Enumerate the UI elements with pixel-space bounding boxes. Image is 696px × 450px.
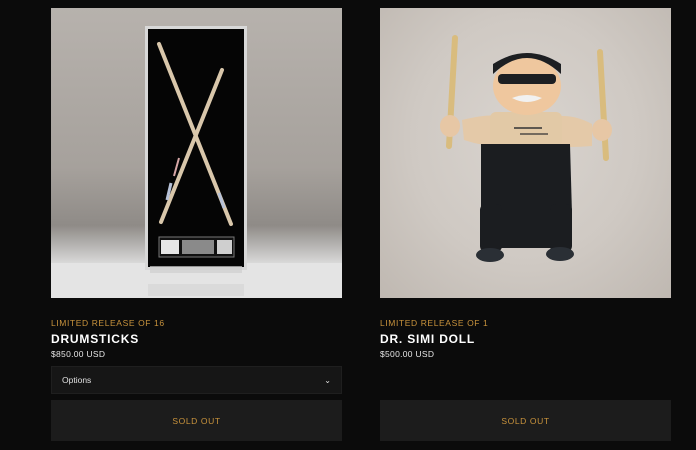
drumsticks-product-image[interactable] bbox=[51, 8, 342, 298]
sold-out-label: SOLD OUT bbox=[172, 415, 221, 426]
product-price: $850.00 USD bbox=[51, 349, 106, 359]
doll-illustration bbox=[440, 35, 612, 262]
options-label: Options bbox=[62, 375, 92, 385]
sold-out-label: SOLD OUT bbox=[501, 415, 550, 426]
product-title[interactable]: DRUMSTICKS bbox=[51, 332, 342, 346]
product-price: $500.00 USD bbox=[380, 349, 435, 359]
dr-simi-doll-product-image[interactable] bbox=[380, 8, 671, 298]
sold-out-button[interactable]: SOLD OUT bbox=[380, 400, 671, 441]
product-title[interactable]: DR. SIMI DOLL bbox=[380, 332, 671, 346]
product-card-drumsticks: LIMITED RELEASE OF 16 DRUMSTICKS $850.00… bbox=[51, 8, 342, 441]
chevron-down-icon: ⌄ bbox=[324, 375, 331, 385]
edition-label: LIMITED RELEASE OF 1 bbox=[380, 318, 489, 328]
sold-out-button[interactable]: SOLD OUT bbox=[51, 400, 342, 441]
product-card-dr-simi-doll: LIMITED RELEASE OF 1 DR. SIMI DOLL $500.… bbox=[380, 8, 671, 441]
edition-label: LIMITED RELEASE OF 16 bbox=[51, 318, 165, 328]
drumsticks-frame-illustration bbox=[51, 26, 342, 298]
options-select[interactable]: Options ⌄ bbox=[51, 366, 342, 394]
